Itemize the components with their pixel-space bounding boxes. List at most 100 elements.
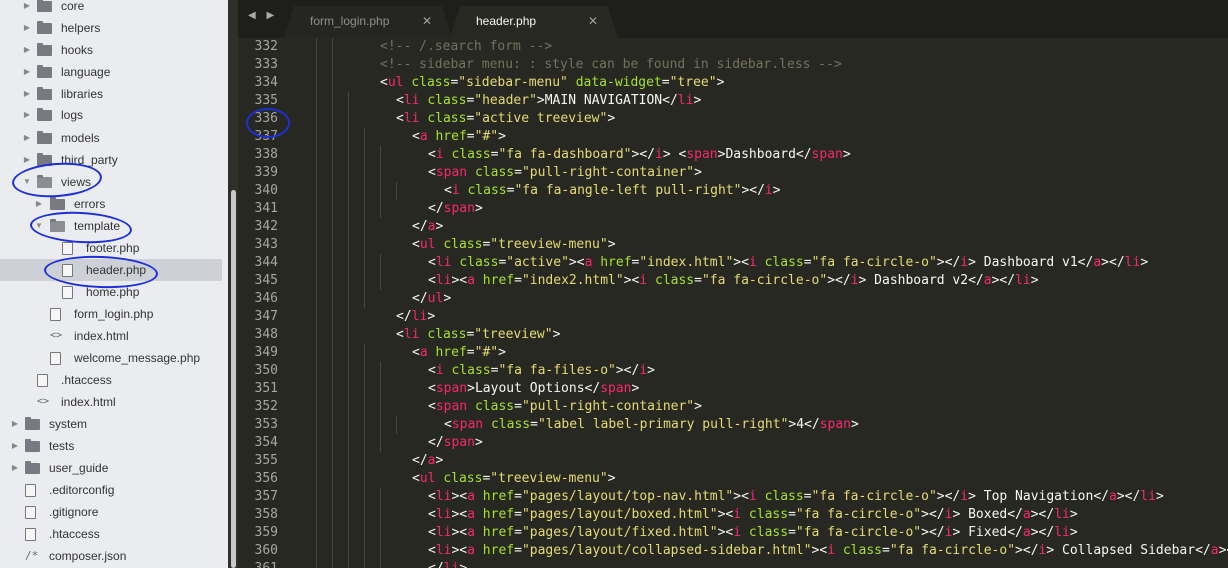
close-icon[interactable]: ✕ [422,6,432,36]
tree-item-tests[interactable]: ▶ tests [0,435,222,457]
indent-guide [348,470,349,488]
tree-item-index-html[interactable]: <> index.html [0,391,222,413]
code-token: a [467,525,475,540]
code-line[interactable]: 358 <li><a href="pages/layout/boxed.html"… [238,506,1228,524]
code-token: < [444,417,452,432]
code-line[interactable]: 353 <span class="label label-primary pull… [238,416,1228,434]
chevron-right-icon[interactable]: ▶ [22,127,32,149]
code-line[interactable]: 347 </li> [238,308,1228,326]
code-token: class [474,165,515,180]
indent-guide [380,182,381,200]
tree-item-language[interactable]: ▶ language [0,61,222,83]
code-token: < [380,75,388,90]
indent-guide [332,236,333,254]
chevron-right-icon[interactable]: ▶ [22,39,32,61]
code-line[interactable]: 339 <span class="pull-right-container"> [238,164,1228,182]
tree-item-hooks[interactable]: ▶ hooks [0,39,222,61]
code-line[interactable]: 335 <li class="header">MAIN NAVIGATION</l… [238,92,1228,110]
indent-guide [380,164,381,182]
chevron-right-icon[interactable]: ▶ [22,17,32,39]
line-number: 348 [254,327,278,342]
tree-item-logs[interactable]: ▶ logs [0,104,222,126]
code-line[interactable]: 359 <li><a href="pages/layout/fixed.html"… [238,524,1228,542]
folder-icon [37,87,52,100]
file-icon [25,506,36,519]
chevron-right-icon[interactable]: ▶ [10,457,20,479]
code-line[interactable]: 361 </li> [238,560,1228,568]
code-token: < [428,255,436,270]
sidebar-scrollbar[interactable] [228,0,238,568]
code-line[interactable]: 341 </span> [238,200,1228,218]
code-token: "#" [474,129,499,144]
tree-item-models[interactable]: ▶ models [0,127,222,149]
code-token: i [960,255,969,270]
code-token: ></ [631,147,655,162]
code-line[interactable]: 356 <ul class="treeview-menu"> [238,470,1228,488]
code-line[interactable]: 336 <li class="active treeview"> [238,110,1228,128]
tab-nav-arrows-icon[interactable]: ◀ ▶ [248,10,278,21]
chevron-right-icon[interactable]: ▶ [22,104,32,126]
indent-guide [364,182,365,200]
indent-guide [332,398,333,416]
code-line[interactable]: 348 <li class="treeview"> [238,326,1228,344]
code-token: ></ [1030,507,1055,522]
code-line[interactable]: 346 </ul> [238,290,1228,308]
code-line[interactable]: 333 <!-- sidebar menu: : style can be fou… [238,56,1228,74]
tree-item-gitignore[interactable]: .gitignore [0,501,222,523]
close-icon[interactable]: ✕ [588,6,598,36]
code-line[interactable]: 342 </a> [238,218,1228,236]
code-line[interactable]: 350 <i class="fa fa-files-o"></i> [238,362,1228,380]
tab-header[interactable]: header.php ✕ [450,6,618,38]
folder-icon [37,108,52,121]
code-text: <span class="pull-right-container"> [428,398,702,416]
code-token: < [396,327,404,342]
tab-form-login[interactable]: form_login.php ✕ [284,6,452,38]
tree-item-helpers[interactable]: ▶ helpers [0,17,222,39]
tree-item-welcome-message-php[interactable]: welcome_message.php [0,347,222,369]
tree-item-htaccess[interactable]: .htaccess [0,523,222,545]
code-line[interactable]: 349 <a href="#"> [238,344,1228,362]
tree-item-composer-json[interactable]: /* composer.json [0,545,222,567]
scrollbar-thumb[interactable] [231,190,236,568]
code-line[interactable]: 360 <li><a href="pages/layout/collapsed-s… [238,542,1228,560]
tree-item-core[interactable]: ▶ core [0,0,222,17]
code-token: > Dashboard v2</ [858,273,984,288]
tree-item-editorconfig[interactable]: .editorconfig [0,479,222,501]
code-line[interactable]: 338 <i class="fa fa-dashboard"></i> <span… [238,146,1228,164]
code-line[interactable]: 345 <li><a href="index2.html"><i class="f… [238,272,1228,290]
code-token: > [716,75,725,90]
code-line[interactable]: 352 <span class="pull-right-container"> [238,398,1228,416]
tree-item-system[interactable]: ▶ system [0,413,222,435]
tree-item-libraries[interactable]: ▶ libraries [0,83,222,105]
code-line[interactable]: 344 <li class="active"><a href="index.htm… [238,254,1228,272]
code-token: ></ [741,183,765,198]
code-line[interactable]: 337 <a href="#"> [238,128,1228,146]
code-line[interactable]: 354 </span> [238,434,1228,452]
code-line[interactable]: 343 <ul class="treeview-menu"> [238,236,1228,254]
chevron-right-icon[interactable]: ▶ [22,83,32,105]
line-number: 353 [254,417,278,432]
tree-item-label: welcome_message.php [74,351,201,365]
chevron-right-icon[interactable]: ▶ [22,61,32,83]
tree-item-errors[interactable]: ▶ errors [0,193,222,215]
tree-item-htaccess[interactable]: .htaccess [0,369,222,391]
tree-item-form-login-php[interactable]: form_login.php [0,303,222,325]
code-line[interactable]: 351 <span>Layout Options</span> [238,380,1228,398]
code-line[interactable]: 340 <i class="fa fa-angle-left pull-right… [238,182,1228,200]
code-editor[interactable]: 332 <!-- /.search form --> 333 <!-- sidebar… [238,38,1228,568]
line-number: 333 [254,57,278,72]
tree-item-user-guide[interactable]: ▶ user_guide [0,457,222,479]
tree-item-index-html[interactable]: <> index.html [0,325,222,347]
code-line[interactable]: 334 <ul class="sidebar-menu" data-widget=… [238,74,1228,92]
code-token: li [1124,255,1141,270]
code-line[interactable]: 332 <!-- /.search form --> [238,38,1228,56]
code-token: class [748,507,789,522]
chevron-right-icon[interactable]: ▶ [10,435,20,457]
code-line[interactable]: 355 </a> [238,452,1228,470]
code-text: </span> [428,434,483,452]
chevron-right-icon[interactable]: ▶ [10,413,20,435]
chevron-right-icon[interactable]: ▶ [22,0,32,17]
code-line[interactable]: 357 <li><a href="pages/layout/top-nav.htm… [238,488,1228,506]
